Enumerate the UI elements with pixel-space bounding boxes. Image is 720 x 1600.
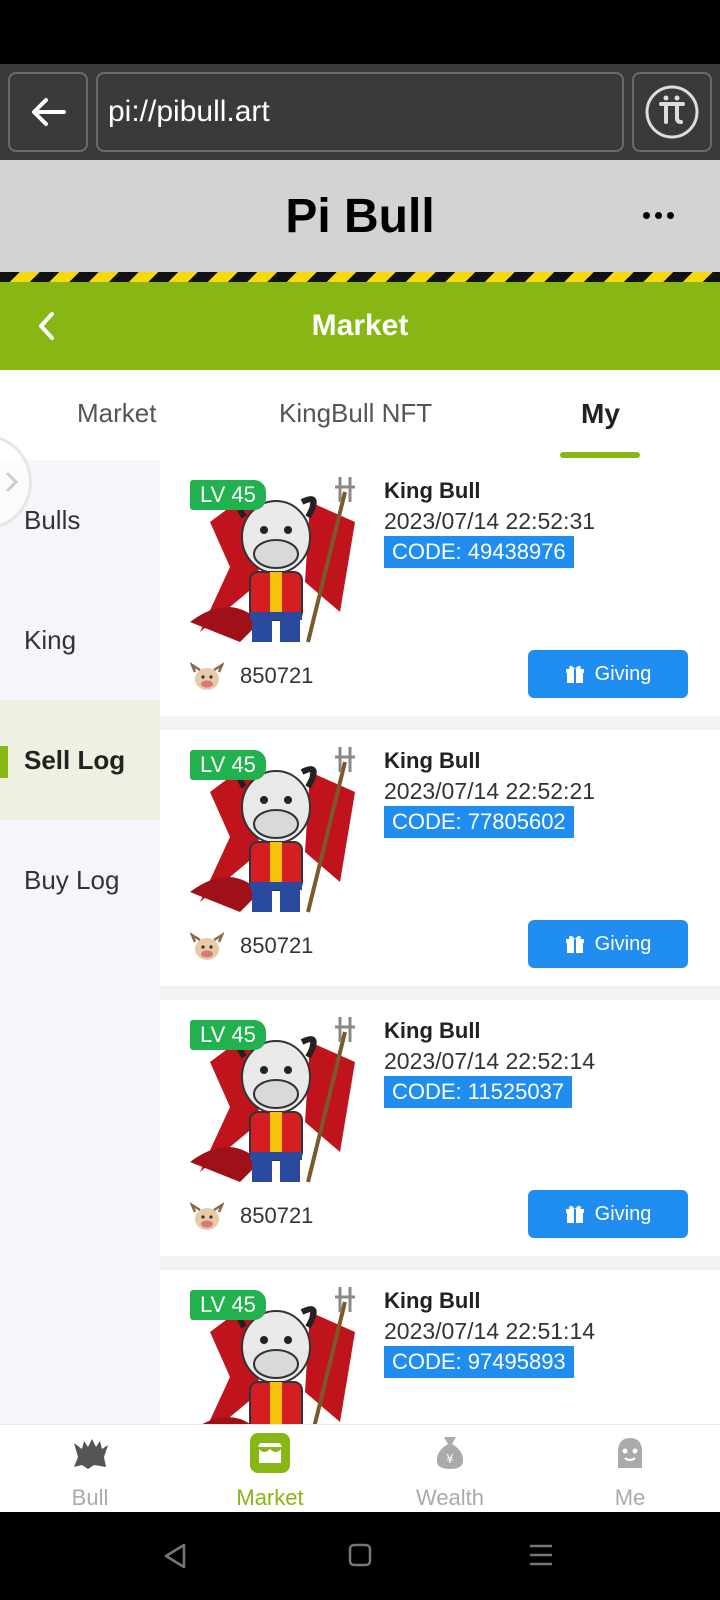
level-badge: LV 45 [190, 480, 266, 510]
sidebar-item-label: Bulls [24, 504, 81, 535]
giving-button-label: Giving [594, 662, 652, 685]
item-code: CODE: 11525037 [384, 1076, 573, 1108]
bull-avatar-icon [190, 1202, 224, 1230]
system-back-icon[interactable] [162, 1542, 188, 1570]
list-item: LV 45 King Bull 2023/07/14 22:52:31 CODE… [160, 460, 720, 716]
money-bag-icon: ¥ [430, 1433, 470, 1473]
tab-bar: Market KingBull NFT My [0, 370, 720, 460]
tab-kingbull-nft[interactable]: KingBull NFT [279, 398, 432, 429]
url-field[interactable]: pi://pibull.art [96, 72, 624, 152]
giving-button-label: Giving [594, 932, 652, 955]
item-name: King Bull [384, 748, 481, 773]
app-header: Pi Bull [0, 160, 720, 272]
level-badge: LV 45 [190, 1020, 266, 1050]
page-title: Market [311, 309, 409, 342]
bottom-nav-label: Me [614, 1485, 646, 1510]
bottom-nav: Bull Market ¥ Wealth Me [0, 1424, 720, 1512]
pi-logo-icon [645, 85, 699, 139]
browser-back-button[interactable] [8, 72, 88, 152]
item-code: CODE: 49438976 [384, 536, 574, 568]
item-name: King Bull [384, 1018, 481, 1043]
arrow-left-icon [32, 98, 66, 126]
item-code: CODE: 97495893 [384, 1346, 574, 1378]
list-item: LV 45 King Bull 2023/07/14 22:52:21 CODE… [160, 730, 720, 986]
svg-text:¥: ¥ [446, 1452, 454, 1466]
status-bar [0, 0, 720, 64]
bull-icon [70, 1433, 110, 1473]
giving-button[interactable]: Giving [528, 1190, 688, 1238]
bottom-nav-wealth[interactable]: ¥ Wealth [360, 1425, 540, 1513]
sidebar-item-buy-log[interactable]: Buy Log [0, 820, 160, 940]
item-timestamp: 2023/07/14 22:52:31 [384, 508, 596, 534]
user-icon [610, 1433, 650, 1473]
list-item: LV 45 King Bull 2023/07/14 22:51:14 CODE… [160, 1270, 720, 1424]
sidebar-item-king[interactable]: King [0, 580, 160, 700]
pi-browser-button[interactable] [632, 72, 712, 152]
active-tab-indicator [560, 452, 640, 458]
item-name: King Bull [384, 1288, 481, 1313]
category-sidebar: Bulls King Sell Log Buy Log [0, 460, 160, 1424]
owner-id: 850721 [240, 663, 314, 688]
sell-log-list: LV 45 King Bull 2023/07/14 22:52:31 CODE… [160, 460, 720, 1424]
gift-icon [565, 935, 584, 953]
sidebar-item-label: Buy Log [24, 864, 120, 895]
app-title: Pi Bull [285, 189, 435, 243]
item-name: King Bull [384, 478, 481, 503]
browser-bar: pi://pibull.art [0, 64, 720, 160]
giving-button[interactable]: Giving [528, 650, 688, 698]
system-menu-icon[interactable] [528, 1542, 554, 1568]
chevron-right-icon [6, 472, 19, 492]
more-options-icon[interactable] [643, 212, 674, 219]
sidebar-item-sell-log[interactable]: Sell Log [0, 700, 160, 820]
bottom-nav-label: Market [236, 1485, 304, 1510]
owner-id: 850721 [240, 933, 314, 958]
item-timestamp: 2023/07/14 22:52:21 [384, 778, 596, 804]
bull-avatar-icon [190, 932, 224, 960]
giving-button[interactable]: Giving [528, 920, 688, 968]
bull-avatar-icon [190, 662, 224, 690]
gift-icon [565, 665, 584, 683]
tab-market[interactable]: Market [77, 398, 156, 429]
item-timestamp: 2023/07/14 22:52:14 [384, 1048, 596, 1074]
item-code: CODE: 77805602 [384, 806, 574, 838]
sidebar-item-label: Sell Log [24, 744, 126, 775]
gift-icon [565, 1205, 584, 1223]
market-icon [250, 1433, 290, 1473]
bottom-nav-me[interactable]: Me [540, 1425, 720, 1513]
giving-button-label: Giving [594, 1202, 652, 1225]
owner-id: 850721 [240, 1203, 314, 1228]
sidebar-item-label: King [24, 624, 77, 655]
bottom-nav-market[interactable]: Market [180, 1425, 360, 1513]
bottom-nav-label: Bull [71, 1485, 109, 1510]
level-badge: LV 45 [190, 1290, 266, 1320]
chevron-left-icon[interactable] [36, 310, 56, 342]
level-badge: LV 45 [190, 750, 266, 780]
bottom-nav-label: Wealth [415, 1485, 485, 1510]
bottom-nav-bull[interactable]: Bull [0, 1425, 180, 1513]
url-text: pi://pibull.art [108, 95, 270, 128]
item-timestamp: 2023/07/14 22:51:14 [384, 1318, 596, 1344]
system-home-icon[interactable] [348, 1542, 372, 1568]
hazard-stripe-divider [0, 272, 720, 282]
tab-my[interactable]: My [581, 398, 620, 430]
system-nav-bar [0, 1512, 720, 1600]
list-item: LV 45 King Bull 2023/07/14 22:52:14 CODE… [160, 1000, 720, 1256]
page-nav-bar: Market [0, 282, 720, 370]
